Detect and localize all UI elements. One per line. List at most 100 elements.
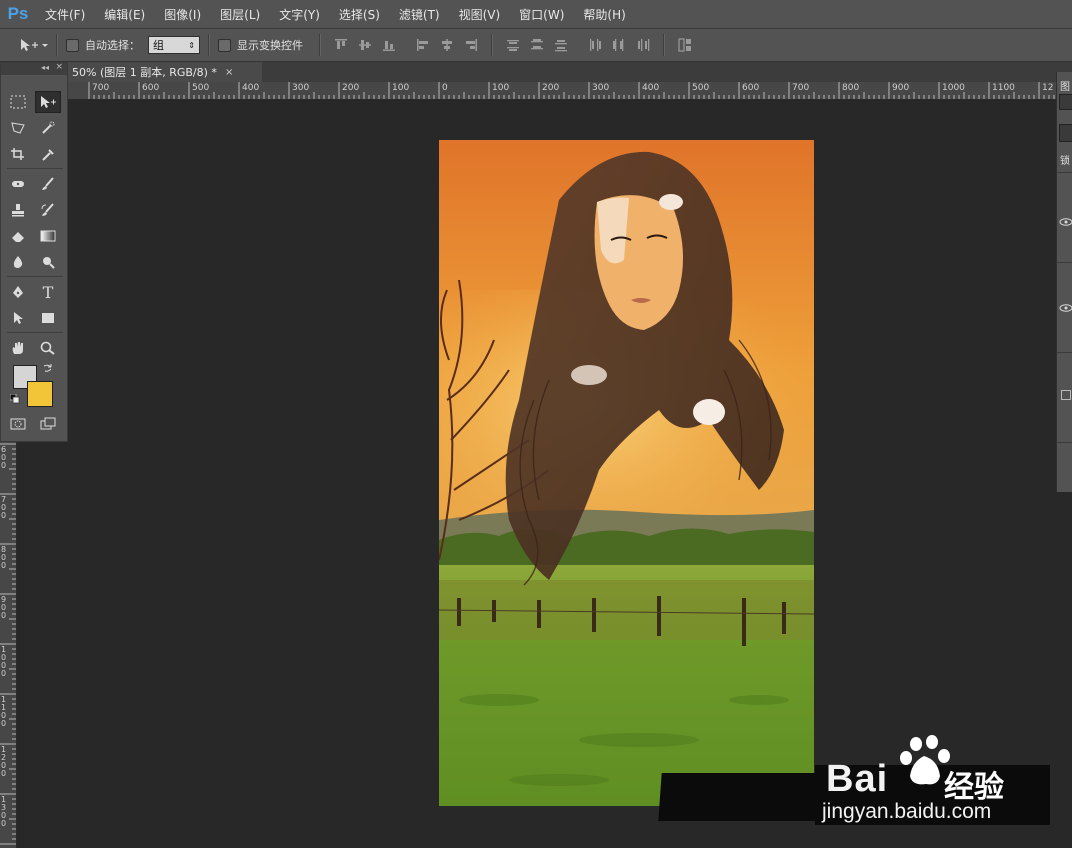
ruler-label: 500 [192,83,210,93]
blur-tool[interactable] [5,251,31,273]
stamp-icon [12,204,24,217]
tools-panel-header[interactable]: ◂◂ × [1,62,67,75]
rectangle-shape-icon [42,313,54,323]
collapse-icon[interactable]: ◂◂ [41,63,49,72]
ruler-label: 700 [1,495,7,520]
align-right-icon[interactable] [464,38,478,52]
ruler-label: 600 [142,83,160,93]
artwork [439,140,814,806]
layer-divider [1057,262,1072,263]
align-bottom-icon[interactable] [382,38,396,52]
type-tool[interactable]: T [35,281,61,303]
history-brush-tool[interactable] [35,199,61,221]
ruler-label: 1200 [1,745,7,778]
auto-select-target-dropdown[interactable]: 组 ⇕ [148,36,200,54]
menu-edit[interactable]: 编辑(E) [95,6,155,23]
menu-select[interactable]: 选择(S) [330,6,390,23]
ruler-label: 700 [92,83,110,93]
zoom-tool[interactable] [35,337,61,359]
ruler-label: 900 [1,595,7,620]
rectangular-marquee-tool[interactable] [5,91,31,113]
distribute-right-icon[interactable] [636,38,650,52]
document-tab[interactable]: 50% (图层 1 副本, RGB/8) * × [66,62,262,82]
watermark-brand: Bai [826,758,889,800]
ruler-label: 1100 [1,695,7,728]
lock-label: 锁 [1060,156,1070,167]
document-tab-strip: 50% (图层 1 副本, RGB/8) * × [66,62,1072,82]
rectangle-tool[interactable] [35,307,61,329]
marquee-icon [10,95,26,109]
distribute-horizontal-center-icon[interactable] [612,38,626,52]
eyedropper-icon [42,149,54,161]
pen-tool[interactable] [5,281,31,303]
options-separator [56,34,58,56]
ruler-label: 600 [742,83,760,93]
options-separator [208,34,210,56]
menu-layer[interactable]: 图层(L) [211,6,270,23]
menu-image[interactable]: 图像(I) [155,6,211,23]
polygonal-lasso-icon [11,122,25,134]
default-colors-icon[interactable] [10,394,20,404]
eye-visibility-icon[interactable] [1059,304,1072,312]
tool-separator [7,332,63,333]
eraser-tool[interactable] [5,225,31,247]
path-selection-tool[interactable] [5,307,31,329]
crop-icon [11,148,24,160]
clone-stamp-tool[interactable] [5,199,31,221]
eyedropper-tool[interactable] [35,143,61,165]
quick-selection-tool[interactable] [35,117,61,139]
auto-align-layers-icon[interactable] [678,38,692,52]
distribute-top-icon[interactable] [506,38,520,52]
show-transform-checkbox[interactable] [218,38,231,52]
align-horizontal-center-icon[interactable] [440,38,454,52]
dropdown-arrow-icon: ⇕ [188,40,195,50]
ruler-horizontal[interactable]: 700 600 500 400 300 200 100 0 100 200 300 400 500 600… [66,82,1056,100]
dodge-tool[interactable] [35,251,61,273]
blend-mode-dropdown[interactable] [1059,124,1072,142]
ruler-label: 0 [442,83,448,93]
crop-tool[interactable] [5,143,31,165]
layer-checkbox[interactable] [1061,390,1071,400]
close-icon[interactable]: × [225,67,233,78]
blur-drop-icon [13,256,23,268]
gradient-tool[interactable] [35,225,61,247]
background-color-swatch[interactable] [27,381,53,407]
history-brush-icon [41,203,54,216]
baidu-watermark: Bai 经验 jingyan.baidu.com [822,735,1042,828]
spot-healing-tool[interactable] [5,173,31,195]
close-icon[interactable]: × [55,62,63,72]
eye-visibility-icon[interactable] [1059,218,1072,226]
align-left-icon[interactable] [416,38,430,52]
menu-window[interactable]: 窗口(W) [510,6,574,23]
menu-help[interactable]: 帮助(H) [574,6,635,23]
options-separator [491,34,493,56]
menu-view[interactable]: 视图(V) [450,6,511,23]
screen-mode-tool[interactable] [35,413,61,435]
swap-colors-icon[interactable] [43,363,53,373]
distribute-left-icon[interactable] [588,38,602,52]
lasso-tool[interactable] [5,117,31,139]
menu-file[interactable]: 文件(F) [36,6,95,23]
quick-mask-tool[interactable] [5,413,31,435]
menu-filter[interactable]: 滤镜(T) [390,6,450,23]
auto-select-checkbox[interactable] [66,38,79,52]
move-tool-preset-icon[interactable] [18,38,48,52]
zoom-magnifier-icon [40,341,55,355]
move-tool[interactable] [35,91,61,113]
photoshop-logo: Ps [7,4,29,23]
options-separator [319,34,321,56]
ruler-label: 200 [542,83,560,93]
brush-tool[interactable] [35,173,61,195]
ruler-label: 100 [492,83,510,93]
type-icon: T [42,282,54,302]
menu-type[interactable]: 文字(Y) [270,6,330,23]
hand-tool[interactable] [5,337,31,359]
distribute-bottom-icon[interactable] [554,38,568,52]
search-icon[interactable] [1059,94,1072,110]
ruler-label: 700 [792,83,810,93]
distribute-vertical-center-icon[interactable] [530,38,544,52]
align-vertical-center-icon[interactable] [358,38,372,52]
align-top-icon[interactable] [334,38,348,52]
canvas-image[interactable] [439,140,814,806]
auto-select-target-value: 组 [153,39,164,52]
